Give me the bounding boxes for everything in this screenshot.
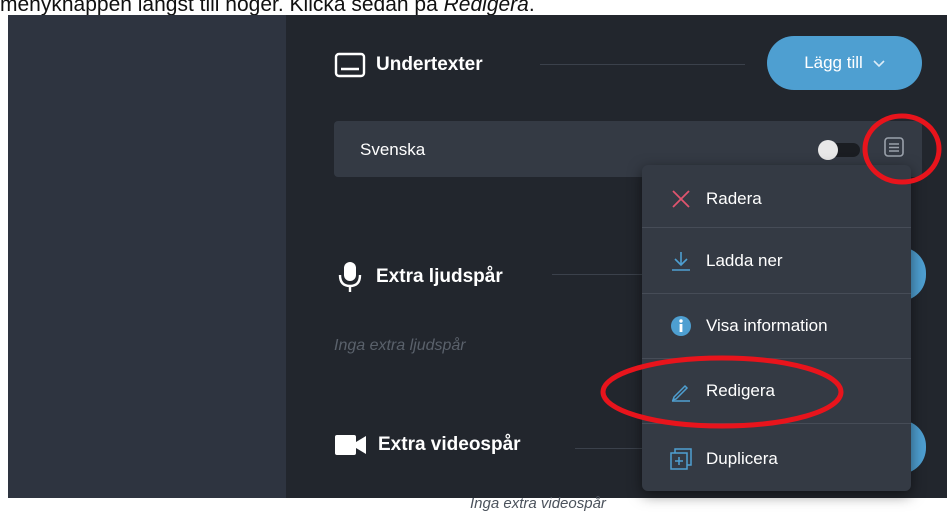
chevron-down-icon [873,55,885,71]
add-button-label: Lägg till [804,53,863,72]
close-icon [668,189,694,209]
menu-item-download[interactable]: Ladda ner [642,229,911,293]
audio-divider [552,274,642,275]
menu-item-edit[interactable]: Redigera [642,359,911,423]
video-title: Extra videospår [378,434,521,455]
menu-item-delete[interactable]: Radera [642,167,911,231]
add-subtitle-button[interactable]: Lägg till [767,36,922,90]
instruction-prefix: menyknappen längst till höger. Klicka se… [0,0,444,16]
audio-header: Extra ljudspår [334,260,503,294]
video-empty-text: Inga extra videospår [470,495,606,512]
track-menu-button[interactable] [880,135,908,163]
audio-title: Extra ljudspår [376,266,503,287]
subtitles-divider [540,64,745,65]
menu-item-label: Visa information [706,316,828,335]
menu-item-duplicate[interactable]: Duplicera [642,427,911,491]
menu-item-label: Radera [706,189,762,208]
video-camera-icon [334,433,368,457]
subtitles-title: Undertexter [376,54,483,75]
menu-item-info[interactable]: Visa information [642,294,911,358]
subtitles-header: Undertexter [334,52,483,78]
subtitles-icon [334,52,366,78]
menu-item-label: Redigera [706,381,775,400]
download-icon [668,250,694,272]
menu-item-label: Duplicera [706,449,778,468]
microphone-icon [334,260,366,294]
video-divider [575,448,642,449]
instruction-suffix: . [528,0,535,16]
instruction-emphasis: Redigera [443,0,529,16]
sidebar [8,15,286,498]
info-icon [668,315,694,337]
menu-item-label: Ladda ner [706,251,783,270]
duplicate-icon [668,447,694,471]
subtitle-toggle[interactable] [818,140,838,160]
subtitle-track-name: Svenska [360,140,426,159]
menu-divider [642,227,911,228]
pencil-icon [668,380,694,402]
video-header: Extra videospår [334,433,521,457]
menu-divider [642,423,911,424]
audio-empty-text: Inga extra ljudspår [334,337,466,354]
menu-list-icon [883,136,905,163]
track-dropdown-menu: Radera Ladda ner Visa information Redige… [642,165,911,491]
instruction-text: menyknappen längst till höger. Klicka se… [0,0,947,16]
